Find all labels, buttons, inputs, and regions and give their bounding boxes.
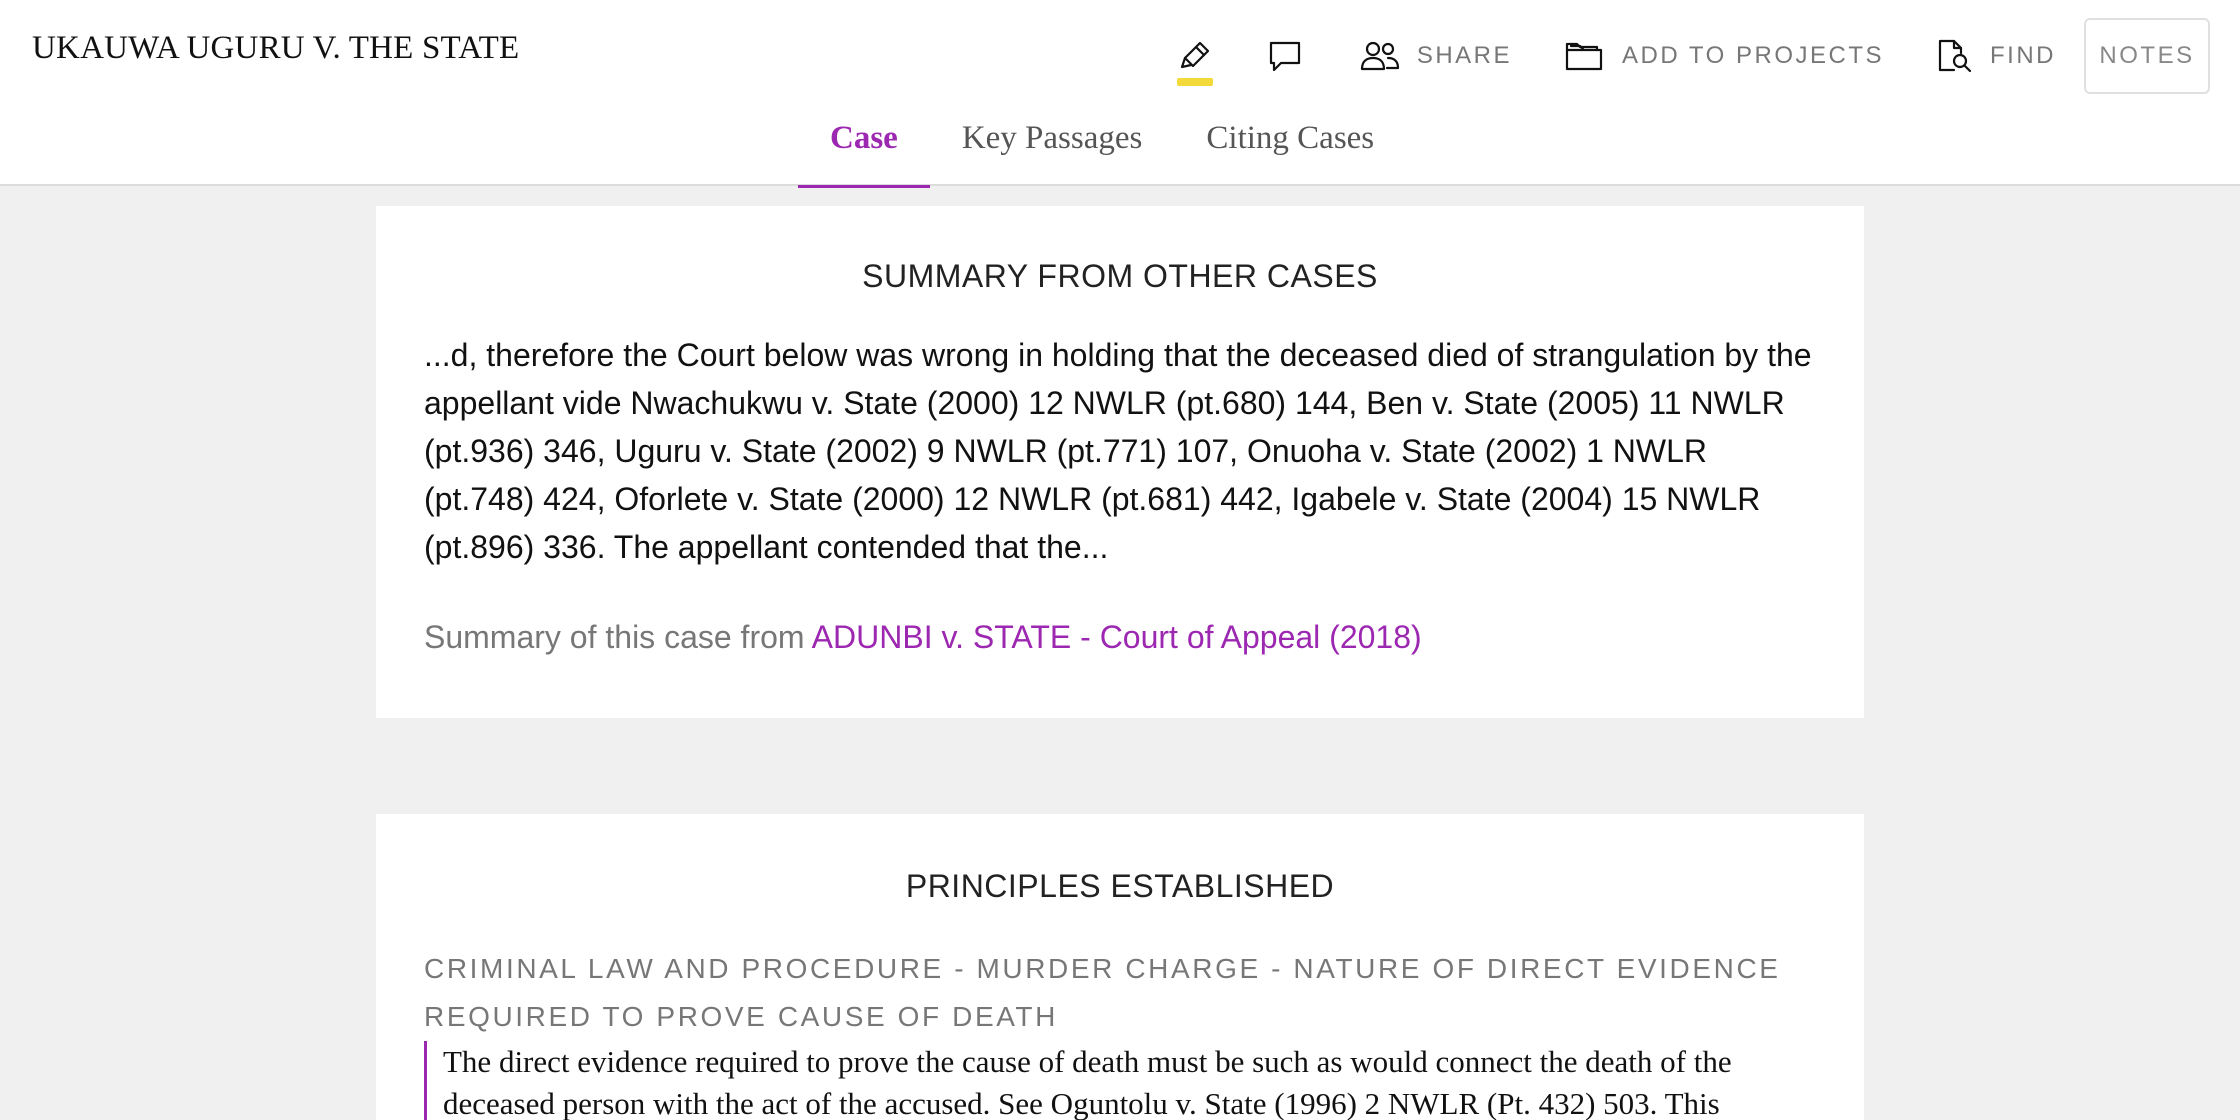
highlight-color-indicator — [1176, 78, 1213, 86]
add-to-projects-button[interactable]: ADD TO PROJECTS — [1564, 39, 1884, 73]
header: UKAUWA UGURU V. THE STATE SHARE ADD TO P… — [0, 0, 2240, 188]
add-to-projects-label: ADD TO PROJECTS — [1622, 42, 1884, 69]
share-button[interactable]: SHARE — [1359, 40, 1512, 72]
summary-heading: SUMMARY FROM OTHER CASES — [862, 258, 1378, 294]
find-label: FIND — [1990, 42, 2056, 69]
share-label: SHARE — [1416, 42, 1513, 69]
summary-text: ...d, therefore the Court below was wron… — [424, 337, 1812, 565]
comment-icon — [1267, 39, 1303, 73]
folder-icon — [1564, 39, 1606, 73]
principle-text: The direct evidence required to prove th… — [424, 1041, 1816, 1120]
summary-card: SUMMARY FROM OTHER CASES ...d, therefore… — [376, 206, 1864, 718]
tab-citing-cases[interactable]: Citing Cases — [1174, 112, 1406, 186]
principles-heading: PRINCIPLES ESTABLISHED — [905, 868, 1335, 904]
summary-source-prefix: Summary of this case from — [424, 619, 805, 655]
highlight-button[interactable] — [1175, 26, 1215, 86]
summary-source-link[interactable]: ADUNBI v. STATE - Court of Appeal (2018) — [812, 619, 1422, 655]
tab-case[interactable]: Case — [798, 112, 930, 188]
summary-source: Summary of this case from ADUNBI v. STAT… — [424, 619, 1816, 656]
notes-button[interactable]: NOTES — [2084, 18, 2210, 94]
tab-key-passages[interactable]: Key Passages — [930, 112, 1175, 186]
users-icon — [1359, 40, 1401, 72]
highlighter-icon — [1178, 39, 1212, 73]
principles-card: PRINCIPLES ESTABLISHED CRIMINAL LAW AND … — [376, 814, 1864, 1120]
principle-title[interactable]: CRIMINAL LAW AND PROCEDURE - MURDER CHAR… — [424, 945, 1816, 1041]
find-button[interactable]: FIND — [1936, 38, 2056, 74]
case-title: UKAUWA UGURU V. THE STATE — [32, 30, 520, 66]
case-tabs: Case Key Passages Citing Cases — [798, 112, 1406, 188]
toolbar: SHARE ADD TO PROJECTS FIND NOTES — [1175, 18, 2210, 94]
find-in-document-icon — [1936, 38, 1974, 74]
comment-button[interactable] — [1267, 39, 1303, 73]
